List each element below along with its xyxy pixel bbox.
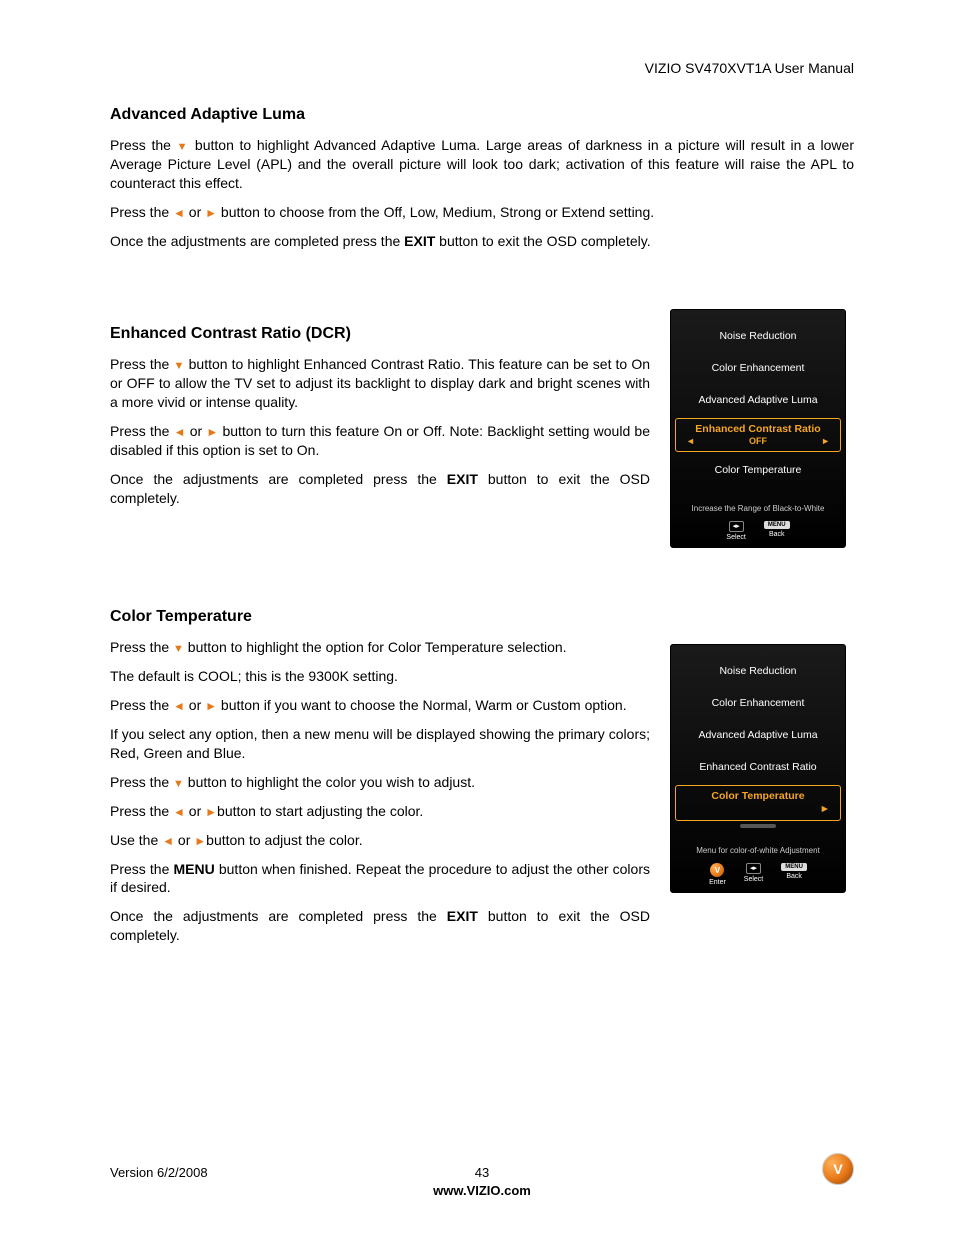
heading-dcr: Enhanced Contrast Ratio (DCR) xyxy=(110,325,650,343)
arrow-right-icon: ► xyxy=(205,206,217,220)
arrow-left-icon: ◄ xyxy=(173,805,185,819)
paragraph: The default is COOL; this is the 9300K s… xyxy=(110,667,650,686)
dpad-icon: ◂▸ xyxy=(729,521,744,532)
osd-item: Enhanced Contrast Ratio xyxy=(671,751,845,783)
arrow-left-icon: ◄ xyxy=(686,436,695,446)
menu-key-icon: MENU xyxy=(764,521,790,529)
manual-header: VIZIO SV470XVT1A User Manual xyxy=(110,60,854,76)
arrow-right-icon: ► xyxy=(206,425,218,439)
arrow-left-icon: ◄ xyxy=(162,834,174,848)
paragraph: Press the MENU button when finished. Rep… xyxy=(110,860,650,898)
osd-panel-dcr: Noise Reduction Color Enhancement Advanc… xyxy=(670,309,846,548)
osd-hint: Menu for color-of-white Adjustment xyxy=(671,846,845,855)
paragraph: Once the adjustments are completed press… xyxy=(110,470,650,508)
osd-highlighted-item: Enhanced Contrast Ratio ◄ OFF ► xyxy=(675,418,841,452)
arrow-down-icon: ▼ xyxy=(177,141,190,153)
osd-item: Color Enhancement xyxy=(671,687,845,719)
vizio-logo-icon: V xyxy=(822,1153,854,1185)
paragraph: Press the ▼ button to highlight the opti… xyxy=(110,638,650,657)
osd-footer: ◂▸ Select MENU Back xyxy=(671,521,845,541)
arrow-right-icon: ► xyxy=(820,803,830,815)
expand-handle-icon xyxy=(740,824,776,828)
arrow-left-icon: ◄ xyxy=(173,206,185,220)
paragraph: Press the ◄ or ► button if you want to c… xyxy=(110,696,650,715)
paragraph: Once the adjustments are completed press… xyxy=(110,232,854,251)
paragraph: Press the ◄ or ► button to choose from t… xyxy=(110,203,854,222)
paragraph: Press the ▼ button to highlight the colo… xyxy=(110,773,650,792)
heading-adaptive-luma: Advanced Adaptive Luma xyxy=(110,106,854,124)
arrow-left-icon: ◄ xyxy=(173,699,185,713)
paragraph: Press the ▼ button to highlight Advanced… xyxy=(110,136,854,193)
dpad-icon: ◂▸ xyxy=(746,863,761,874)
arrow-left-icon: ◄ xyxy=(174,425,186,439)
osd-item: Color Temperature xyxy=(671,454,845,486)
paragraph: Once the adjustments are completed press… xyxy=(110,907,650,945)
enter-button-icon: V xyxy=(710,863,724,877)
osd-item: Noise Reduction xyxy=(671,320,845,352)
arrow-right-icon: ► xyxy=(821,436,830,446)
arrow-right-icon: ► xyxy=(205,699,217,713)
osd-item: Color Enhancement xyxy=(671,352,845,384)
osd-hint: Increase the Range of Black-to-White xyxy=(671,504,845,513)
paragraph: Press the ▼ button to highlight Enhanced… xyxy=(110,355,650,412)
osd-item: Noise Reduction xyxy=(671,655,845,687)
page-number: 43 xyxy=(475,1165,489,1180)
osd-item: Advanced Adaptive Luma xyxy=(671,719,845,751)
footer-url: www.VIZIO.com xyxy=(433,1183,531,1198)
arrow-down-icon: ▼ xyxy=(173,360,184,372)
osd-item: Advanced Adaptive Luma xyxy=(671,384,845,416)
osd-highlighted-item: Color Temperature ► xyxy=(675,785,841,821)
paragraph: Press the ◄ or ► button to turn this fea… xyxy=(110,422,650,460)
paragraph: Press the ◄ or ►button to start adjustin… xyxy=(110,802,650,821)
osd-panel-color-temp: Noise Reduction Color Enhancement Advanc… xyxy=(670,644,846,893)
paragraph: If you select any option, then a new men… xyxy=(110,725,650,763)
arrow-right-icon: ► xyxy=(205,805,217,819)
heading-color-temp: Color Temperature xyxy=(110,608,650,626)
paragraph: Use the ◄ or ►button to adjust the color… xyxy=(110,831,650,850)
arrow-down-icon: ▼ xyxy=(173,643,184,655)
arrow-down-icon: ▼ xyxy=(173,778,184,790)
menu-key-icon: MENU xyxy=(781,863,807,871)
arrow-right-icon: ► xyxy=(194,834,206,848)
osd-footer: V Enter ◂▸ Select MENU Back xyxy=(671,863,845,886)
